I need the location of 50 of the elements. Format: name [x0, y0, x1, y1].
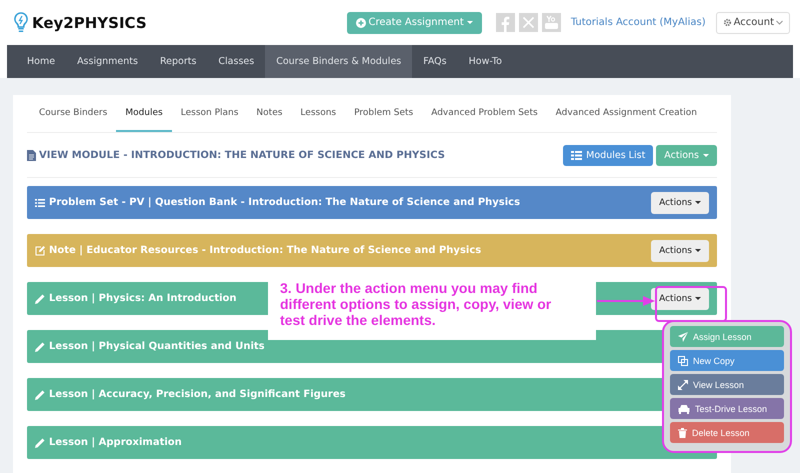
youtube-icon[interactable] [542, 13, 561, 32]
callout-text: 3. Under the action menu you may find different options to assign, copy, view or test drive the elements. [280, 280, 552, 328]
tab[interactable]: Course Binders [30, 95, 116, 132]
tab[interactable]: Notes [247, 95, 292, 132]
menu-item[interactable]: Delete Lesson [670, 422, 784, 443]
car-icon [678, 404, 690, 414]
menu-item[interactable]: Test-Drive Lesson [670, 398, 784, 419]
paper-plane-icon [678, 332, 688, 342]
logo-text[interactable]: Key2PHYSICS [32, 14, 147, 32]
edit-icon [35, 246, 45, 256]
module-item-title[interactable]: Problem Set - PV | Question Bank - Introduction: The Nature of Science and Physics [49, 197, 520, 208]
chevron-down-icon [776, 20, 783, 25]
nav-item[interactable]: FAQs [412, 45, 458, 78]
menu-item[interactable]: View Lesson [670, 374, 784, 395]
x-icon[interactable] [518, 13, 538, 32]
expand-icon [678, 380, 688, 390]
pencil-icon [35, 342, 45, 352]
copy-icon [678, 356, 688, 366]
modules-list-button[interactable]: Modules List [563, 144, 654, 166]
list-icon [35, 198, 45, 206]
pencil-icon [35, 438, 45, 448]
actions-button[interactable]: Actions [651, 288, 709, 310]
nav-item[interactable]: How-To [458, 45, 513, 78]
tab[interactable]: Modules [116, 95, 172, 132]
plus-circle-icon [356, 18, 366, 28]
tab[interactable]: Lesson Plans [172, 95, 248, 132]
arrow [597, 296, 655, 306]
trash-icon [678, 428, 687, 438]
module-title: VIEW MODULE - INTRODUCTION: THE NATURE OF SCIENCE AND PHYSICS [39, 150, 445, 160]
tab[interactable]: Advanced Assignment Creation [546, 95, 706, 132]
pencil-icon [35, 294, 45, 304]
account-button[interactable]: Account [716, 12, 790, 34]
menu-item[interactable]: New Copy [670, 350, 784, 371]
actions-button[interactable]: Actions [651, 192, 709, 214]
lightbulb-icon [14, 12, 28, 34]
tab[interactable]: Advanced Problem Sets [422, 95, 547, 132]
nav-item[interactable]: Reports [148, 45, 208, 78]
pencil-icon [35, 390, 45, 400]
document-icon [27, 150, 36, 160]
nav-item[interactable]: Assignments [66, 45, 149, 78]
actions-button[interactable]: Actions [651, 240, 709, 262]
settings-icon [722, 18, 732, 27]
tab[interactable]: Problem Sets [345, 95, 422, 132]
account-link[interactable]: Tutorials Account (MyAlias) [570, 17, 706, 28]
facebook-icon[interactable] [496, 13, 515, 32]
list-icon [571, 150, 582, 160]
nav-item[interactable]: Classes [207, 45, 266, 78]
tab[interactable]: Lessons [291, 95, 346, 132]
nav-item[interactable]: Home [16, 45, 66, 78]
nav-item[interactable]: Course Binders & Modules [265, 45, 412, 78]
